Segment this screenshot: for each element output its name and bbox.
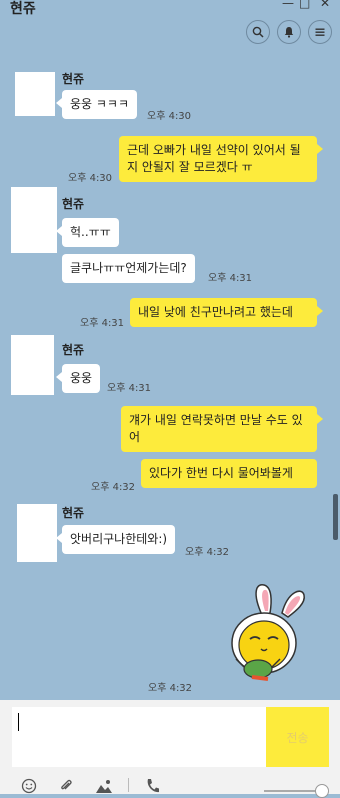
phone-icon[interactable] — [145, 778, 159, 794]
menu-icon — [315, 28, 325, 36]
zoom-slider-knob[interactable] — [315, 784, 329, 798]
message-time: 오후 4:31 — [80, 318, 125, 329]
attach-icon[interactable] — [58, 778, 74, 794]
message-bubble[interactable]: 글쿠나ㅠㅠ언제가는데? — [62, 254, 195, 283]
message-input[interactable] — [12, 707, 266, 767]
maximize-icon[interactable]: □ — [299, 0, 310, 10]
message-bubble[interactable]: 웅웅 — [55, 364, 101, 393]
avatar[interactable] — [11, 335, 54, 395]
avatar[interactable] — [17, 504, 57, 562]
minimize-icon[interactable]: — — [282, 0, 294, 10]
message-bubble[interactable]: 앗버리구나한테와:) — [55, 525, 176, 554]
message-time: 오후 4:31 — [208, 273, 253, 284]
my-message-bubble[interactable]: 있다가 한번 다시 물어봐볼게 — [141, 459, 317, 488]
sender-name: 현쥬 — [62, 72, 85, 86]
message-time: 오후 4:32 — [185, 547, 230, 558]
title-bar: 현쥬 — □ ✕ — [0, 0, 340, 56]
search-icon — [252, 26, 264, 38]
chat-scrollbar[interactable] — [333, 494, 338, 540]
message-bubble[interactable]: 웅웅 ㅋㅋㅋ — [55, 90, 138, 119]
menu-button[interactable] — [308, 20, 332, 44]
toolbar-divider — [128, 778, 129, 792]
message-time: 오후 4:30 — [147, 111, 192, 122]
my-message-bubble[interactable]: 걔가 내일 연락못하면 만날 수도 있어 — [121, 406, 323, 452]
my-message-bubble[interactable]: 내일 낮에 친구만나려고 했는데 — [130, 298, 323, 327]
chat-area[interactable]: 현쥬 웅웅 ㅋㅋㅋ 오후 4:30 오후 4:30 근데 오빠가 내일 선약이 … — [0, 56, 340, 706]
rabbit-sticker[interactable] — [222, 581, 328, 687]
search-button[interactable] — [246, 20, 270, 44]
close-icon[interactable]: ✕ — [320, 0, 330, 10]
bell-icon — [284, 27, 294, 38]
message-bubble[interactable]: 헉..ㅠㅠ — [56, 218, 119, 247]
notification-button[interactable] — [277, 20, 301, 44]
avatar[interactable] — [11, 187, 57, 253]
message-time: 오후 4:32 — [91, 482, 136, 493]
avatar[interactable] — [15, 72, 55, 116]
message-time: 오후 4:31 — [107, 383, 152, 394]
image-icon[interactable] — [95, 778, 113, 794]
sender-name: 현쥬 — [62, 343, 85, 357]
message-time: 오후 4:30 — [68, 173, 113, 184]
emoji-icon[interactable] — [21, 778, 37, 794]
composer: 전송 — [0, 700, 340, 798]
sender-name: 현쥬 — [62, 197, 85, 211]
message-time: 오후 4:32 — [148, 683, 193, 694]
send-button[interactable]: 전송 — [266, 707, 329, 767]
text-caret — [18, 713, 19, 731]
sender-name: 현쥬 — [62, 506, 85, 520]
chat-title: 현쥬 — [10, 1, 36, 17]
my-message-bubble[interactable]: 근데 오빠가 내일 선약이 있어서 될지 안될지 잘 모르겠다 ㅠ — [119, 136, 323, 182]
